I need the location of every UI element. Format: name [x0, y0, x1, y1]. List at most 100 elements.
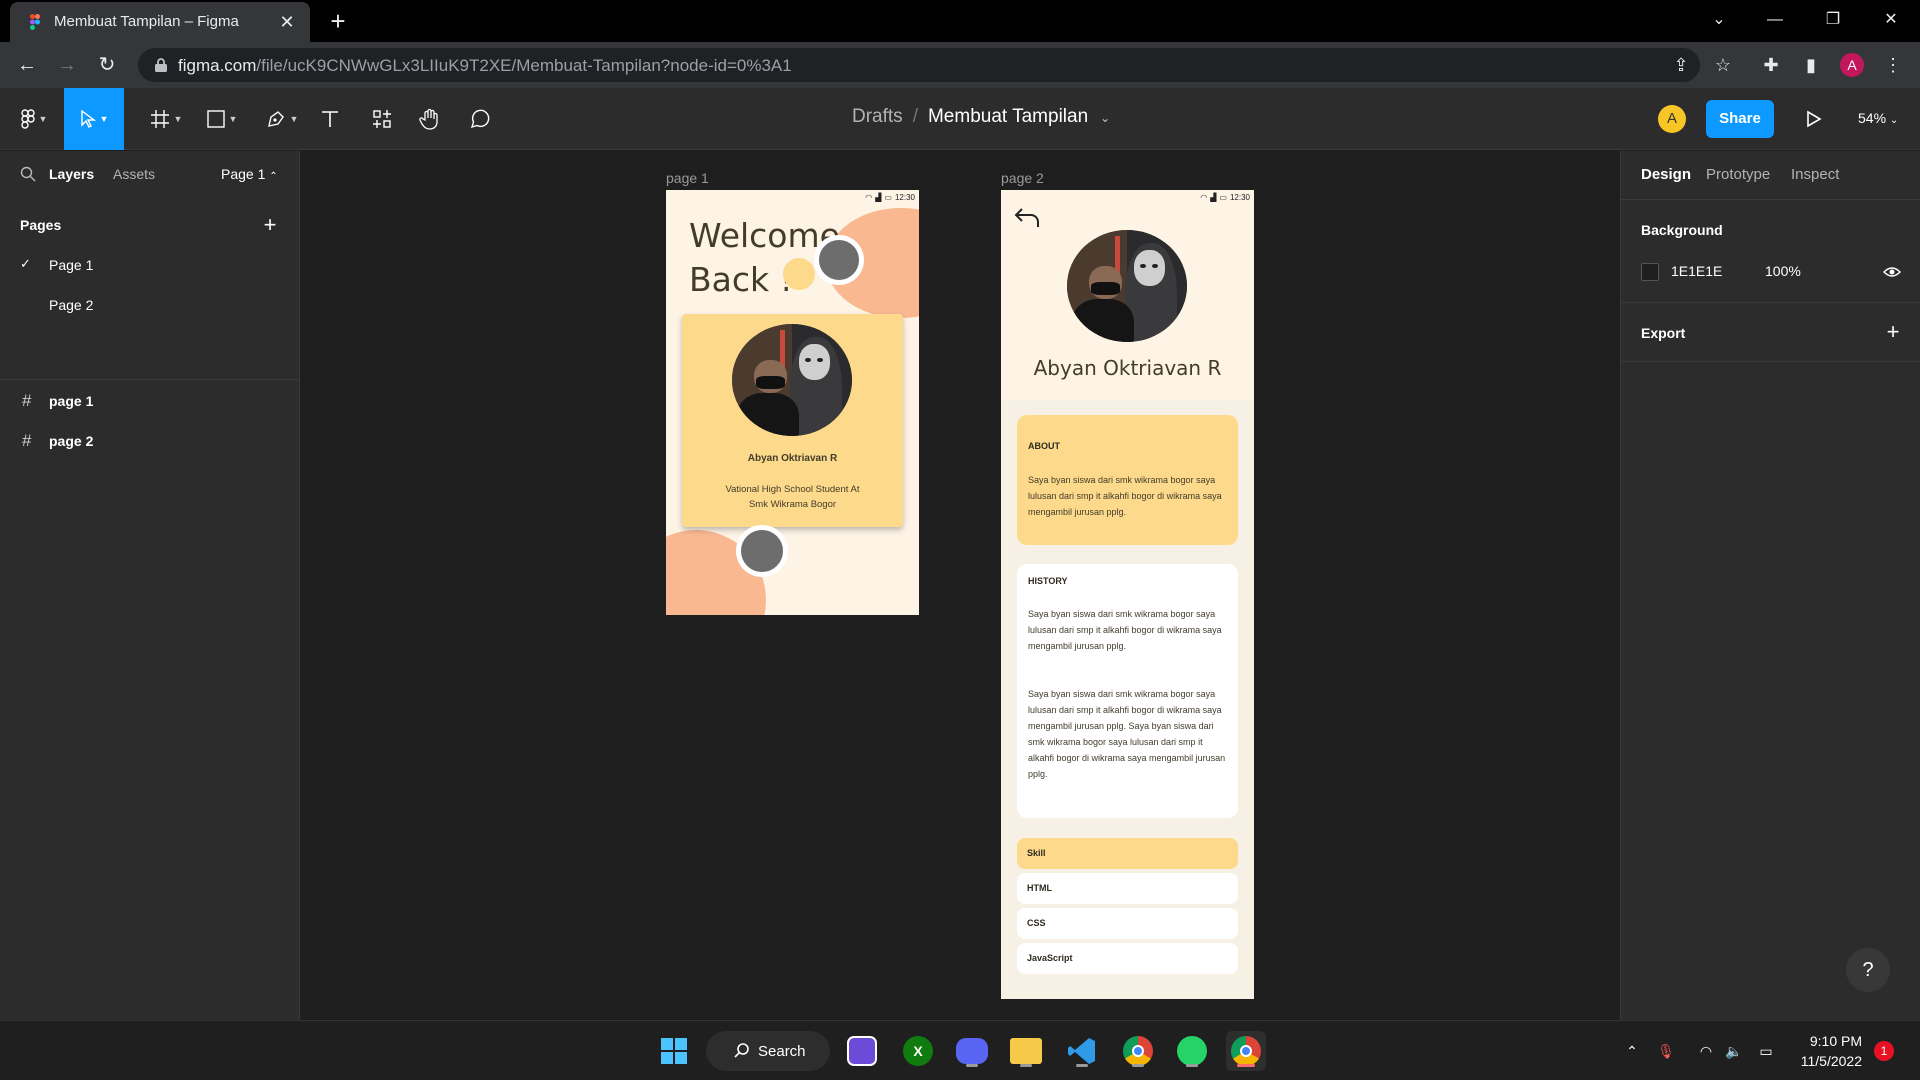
add-page-icon[interactable]: +: [260, 214, 280, 236]
instagram-app-icon[interactable]: [842, 1031, 882, 1071]
breadcrumb-file-name[interactable]: Membuat Tampilan: [928, 106, 1088, 127]
chevron-down-icon: ▼: [289, 114, 299, 124]
history-text-2: Saya byan siswa dari smk wikrama bogor s…: [1028, 689, 1226, 779]
add-export-icon[interactable]: +: [1883, 321, 1903, 343]
frame-hash-icon: [150, 110, 169, 128]
history-text-1: Saya byan siswa dari smk wikrama bogor s…: [1028, 609, 1222, 651]
move-tool-button[interactable]: ▼: [64, 88, 124, 150]
text-tool-button[interactable]: [304, 88, 356, 150]
background-color-swatch[interactable]: [1641, 263, 1659, 281]
profile-avatar[interactable]: A: [1840, 53, 1864, 77]
browser-menu-icon[interactable]: ⋮: [1878, 50, 1908, 80]
wifi-icon[interactable]: ◠: [1694, 1039, 1718, 1063]
figma-logo-icon: [30, 14, 40, 30]
notification-badge[interactable]: 1: [1874, 1041, 1894, 1061]
search-icon[interactable]: [20, 166, 36, 182]
file-breadcrumb[interactable]: Drafts / Membuat Tampilan ⌄: [852, 106, 1110, 128]
main-menu-button[interactable]: ▼: [8, 88, 60, 150]
chevron-down-icon: ▼: [228, 114, 238, 124]
layer-label: page 1: [49, 393, 94, 409]
tab-design[interactable]: Design: [1641, 166, 1691, 183]
frame-page-1[interactable]: ◠ ▟ ▭ 12:30 Welcome Back ! Abyan Oktriavan …: [666, 190, 919, 615]
skill-label: HTML: [1027, 883, 1052, 893]
figma-menu-icon: [20, 109, 35, 129]
microphone-icon[interactable]: 🎙: [1654, 1039, 1678, 1063]
bookmark-star-icon[interactable]: ☆: [1708, 50, 1738, 80]
new-tab-icon[interactable]: +: [322, 6, 354, 38]
phone-status-bar: ◠ ▟ ▭ 12:30: [1200, 193, 1250, 202]
layer-item-page-2[interactable]: # page 2: [0, 423, 300, 459]
reload-icon[interactable]: ↻: [92, 50, 122, 80]
taskbar-clock[interactable]: 9:10 PM 11/5/2022: [1792, 1031, 1862, 1071]
export-section-title: Export: [1641, 325, 1686, 341]
help-button[interactable]: ?: [1846, 948, 1890, 992]
volume-icon[interactable]: 🔈: [1722, 1039, 1746, 1063]
zoom-level: 54%: [1858, 110, 1887, 126]
shape-tool-button[interactable]: ▼: [196, 88, 248, 150]
chevron-down-icon[interactable]: ⌄: [1100, 111, 1110, 125]
frame-hash-icon: #: [22, 391, 32, 410]
restore-icon[interactable]: ❐: [1804, 0, 1862, 40]
vscode-app-icon[interactable]: [1062, 1031, 1102, 1071]
page-switcher[interactable]: Page 1 ⌃: [221, 166, 278, 182]
frame-label-page-1[interactable]: page 1: [666, 170, 709, 186]
chrome-app-icon[interactable]: [1118, 1031, 1158, 1071]
extensions-puzzle-icon[interactable]: ✚: [1756, 50, 1786, 80]
battery-icon[interactable]: ▭: [1754, 1039, 1778, 1063]
show-hidden-icons-chevron-icon[interactable]: ⌃: [1620, 1039, 1644, 1063]
browser-tab[interactable]: Membuat Tampilan – Figma ✕: [10, 2, 310, 42]
page-item-page-2[interactable]: Page 2: [0, 287, 300, 323]
present-play-icon[interactable]: [1798, 104, 1828, 134]
skill-label: Skill: [1027, 848, 1046, 858]
share-button[interactable]: Share: [1706, 100, 1774, 138]
tab-prototype[interactable]: Prototype: [1706, 166, 1770, 183]
signal-icon: ▟: [1210, 193, 1217, 202]
hand-tool-button[interactable]: [404, 88, 456, 150]
background-opacity-field[interactable]: 100%: [1765, 263, 1801, 279]
back-icon[interactable]: ←: [12, 50, 42, 80]
resources-tool-button[interactable]: [356, 88, 408, 150]
url-path: /file/ucK9CNWwGLx3LIIuK9T2XE/Membuat-Tam…: [256, 56, 792, 75]
address-bar[interactable]: figma.com/file/ucK9CNWwGLx3LIIuK9T2XE/Me…: [138, 48, 1700, 82]
user-avatar[interactable]: A: [1658, 105, 1686, 133]
layer-item-page-1[interactable]: # page 1: [0, 383, 300, 419]
skill-header: Skill: [1017, 838, 1238, 869]
forward-icon[interactable]: →: [52, 50, 82, 80]
frame-page-2[interactable]: ◠ ▟ ▭ 12:30 Abyan Oktriavan R ABOUT Saya by…: [1001, 190, 1254, 999]
tab-search-chevron-icon[interactable]: ⌄: [1690, 0, 1748, 40]
whatsapp-app-icon[interactable]: [1172, 1031, 1212, 1071]
figma-toolbar: ▼ ▼ ▼ ▼ ▼ Drafts / Membuat Tampilan ⌄: [0, 88, 1920, 150]
panel-divider: [1621, 361, 1920, 362]
signal-icon: ▟: [875, 193, 882, 202]
chrome-profile-app-icon[interactable]: [1226, 1031, 1266, 1071]
page-item-page-1[interactable]: ✓ Page 1: [0, 247, 300, 283]
tab-close-icon[interactable]: ✕: [274, 9, 300, 35]
windows-start-icon[interactable]: [654, 1031, 694, 1071]
zoom-dropdown[interactable]: 54% ⌄: [1858, 110, 1898, 126]
share-page-icon[interactable]: ⇪: [1666, 50, 1696, 80]
pen-tool-button[interactable]: ▼: [256, 88, 308, 150]
browser-tab-title: Membuat Tampilan – Figma: [54, 13, 239, 30]
tab-layers[interactable]: Layers: [49, 166, 94, 182]
frame-tool-button[interactable]: ▼: [140, 88, 192, 150]
frame-label-page-2[interactable]: page 2: [1001, 170, 1044, 186]
minimize-icon[interactable]: —: [1746, 0, 1804, 40]
visibility-eye-icon[interactable]: [1883, 263, 1901, 281]
tab-inspect[interactable]: Inspect: [1791, 166, 1839, 183]
taskbar-search[interactable]: Search: [706, 1031, 830, 1071]
discord-app-icon[interactable]: [952, 1031, 992, 1071]
file-explorer-icon[interactable]: [1006, 1031, 1046, 1071]
background-hex-field[interactable]: 1E1E1E: [1671, 263, 1722, 279]
comment-tool-button[interactable]: [454, 88, 506, 150]
breadcrumb-drafts[interactable]: Drafts: [852, 106, 903, 127]
skill-label: CSS: [1027, 918, 1046, 928]
xbox-app-icon[interactable]: X: [898, 1031, 938, 1071]
side-panel-icon[interactable]: ▮: [1796, 50, 1826, 80]
clock-time: 9:10 PM: [1809, 1033, 1862, 1049]
tab-assets[interactable]: Assets: [113, 166, 155, 182]
chevron-down-icon: ▼: [173, 114, 183, 124]
window-close-icon[interactable]: ✕: [1862, 0, 1920, 40]
rectangle-icon: [206, 110, 225, 128]
hand-icon: [419, 108, 438, 130]
skill-label: JavaScript: [1027, 953, 1073, 963]
